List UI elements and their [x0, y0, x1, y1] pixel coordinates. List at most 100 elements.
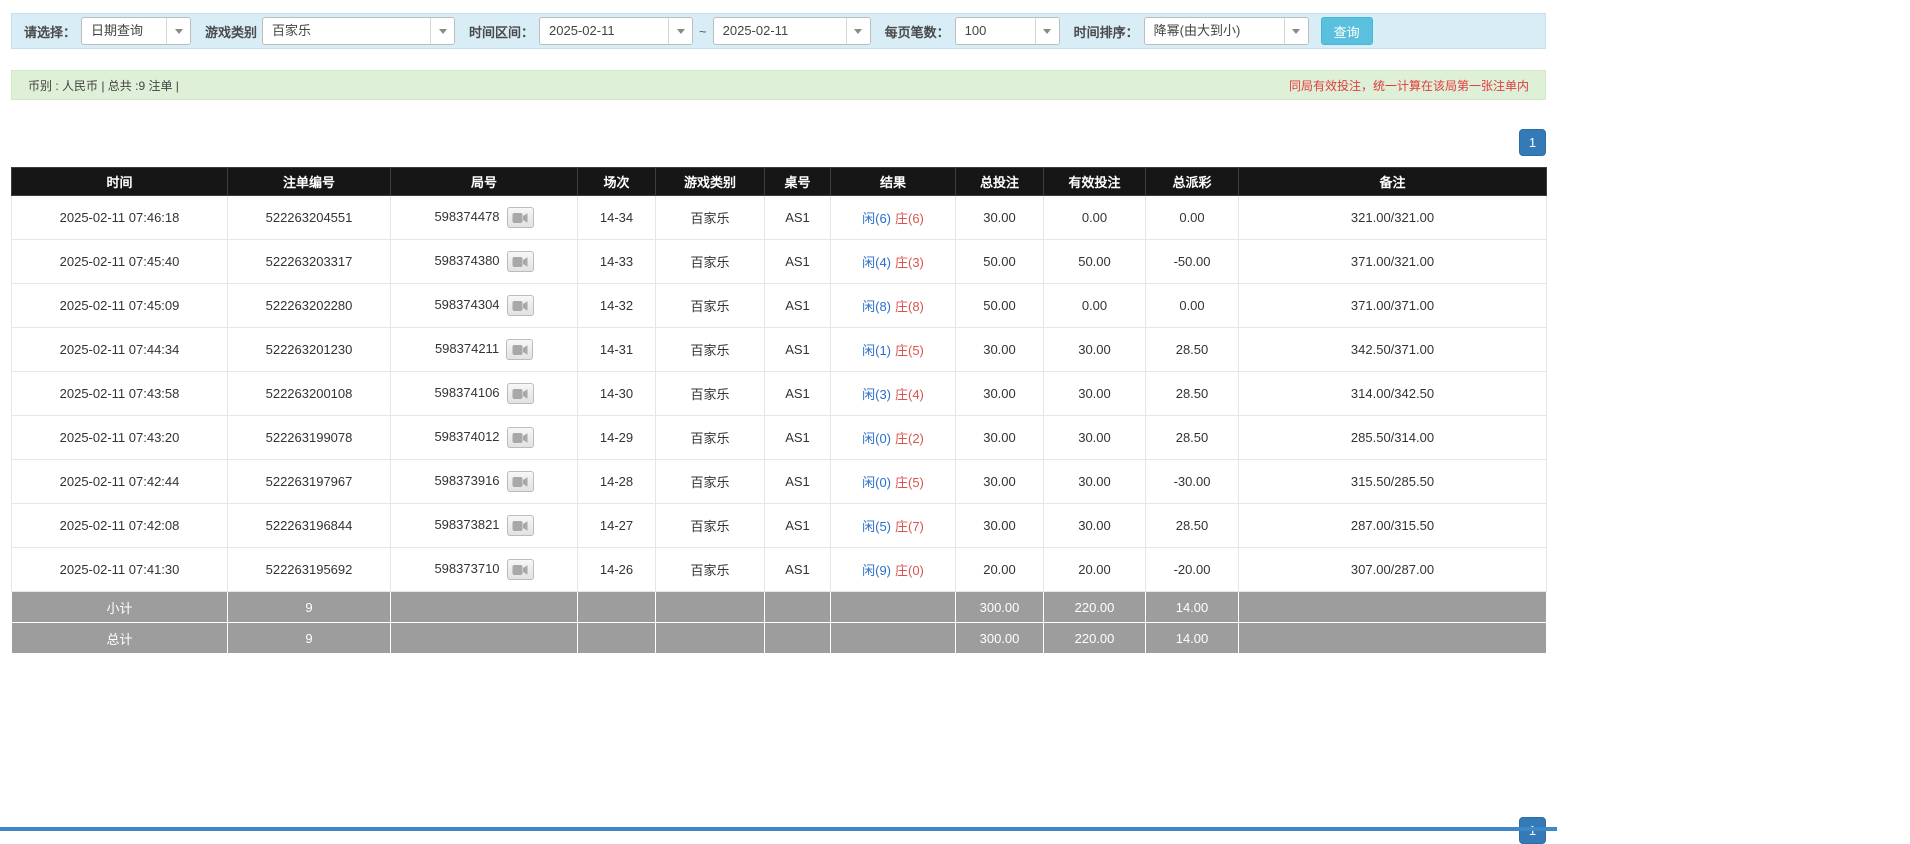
pagination-top: 1: [1519, 129, 1546, 156]
column-header: 有效投注: [1043, 167, 1146, 196]
table-row: 2025-02-11 07:42:08 522263196844 5983738…: [11, 503, 1547, 548]
table-row: 2025-02-11 07:43:58 522263200108 5983741…: [11, 371, 1547, 416]
cell-session: 14-34: [577, 195, 656, 240]
cell-game-type: 百家乐: [655, 327, 765, 372]
replay-button[interactable]: [506, 339, 534, 360]
empty-cell: [830, 622, 956, 654]
cell-game-type: 百家乐: [655, 459, 765, 504]
sort-dropdown[interactable]: 降幂(由大到小): [1143, 17, 1309, 45]
cell-total-bet[interactable]: 30.00: [955, 371, 1044, 416]
table-row: 2025-02-11 07:41:30 522263195692 5983737…: [11, 547, 1547, 592]
date-from-input[interactable]: 2025-02-11: [539, 17, 694, 45]
cell-session: 14-30: [577, 371, 656, 416]
cell-round-id: 598373710: [390, 547, 578, 592]
cell-total-bet[interactable]: 50.00: [955, 283, 1044, 328]
cell-total-bet[interactable]: 30.00: [955, 503, 1044, 548]
replay-button[interactable]: [506, 295, 534, 316]
cell-round-id: 598374478: [390, 195, 578, 240]
cell-payout: 0.00: [1145, 195, 1239, 240]
game-type-value: 百家乐: [272, 23, 312, 38]
footer-bar: [0, 827, 1557, 831]
cell-valid-bet: 0.00: [1043, 195, 1146, 240]
result-player: 闲(8): [862, 299, 891, 314]
empty-cell: [764, 622, 831, 654]
column-header: 总投注: [955, 167, 1044, 196]
empty-cell: [1238, 591, 1547, 623]
cell-game-type: 百家乐: [655, 415, 765, 460]
game-type-dropdown[interactable]: 百家乐: [262, 17, 456, 45]
page-size-input[interactable]: 100: [954, 17, 1060, 45]
cell-result: 闲(4) 庄(3): [830, 239, 956, 284]
page-1-button[interactable]: 1: [1519, 129, 1546, 156]
cell-total-bet[interactable]: 30.00: [955, 195, 1044, 240]
table-row: 2025-02-11 07:43:20 522263199078 5983740…: [11, 415, 1547, 460]
replay-button[interactable]: [506, 251, 534, 272]
empty-cell: [577, 591, 656, 623]
total-valid-bet: 220.00: [1043, 622, 1146, 654]
round-id-text: 598374211: [434, 340, 500, 356]
cell-time: 2025-02-11 07:45:09: [11, 283, 228, 328]
cell-round-id: 598373916: [390, 459, 578, 504]
cell-session: 14-33: [577, 239, 656, 284]
round-id-text: 598374106: [434, 384, 500, 400]
cell-bet-id: 522263200108: [227, 371, 391, 416]
cell-table-no: AS1: [764, 239, 831, 284]
cell-bet-id: 522263202280: [227, 283, 391, 328]
round-id-text: 598373710: [434, 560, 500, 576]
cell-total-bet[interactable]: 20.00: [955, 547, 1044, 592]
empty-cell: [764, 591, 831, 623]
chevron-down-icon: [1034, 18, 1059, 44]
result-banker: 庄(5): [895, 475, 924, 490]
cell-remark: 315.50/285.50: [1238, 459, 1547, 504]
cell-valid-bet: 50.00: [1043, 239, 1146, 284]
subtotal-valid-bet: 220.00: [1043, 591, 1146, 623]
cell-game-type: 百家乐: [655, 283, 765, 328]
cell-result: 闲(8) 庄(8): [830, 283, 956, 328]
replay-button[interactable]: [506, 427, 534, 448]
cell-bet-id: 522263196844: [227, 503, 391, 548]
query-type-value: 日期查询: [91, 23, 144, 38]
bets-table: 时间 注单编号 局号 场次 游戏类别 桌号 结果 总投注 有效投注 总派彩 备注 2025-02-1…: [11, 167, 1547, 654]
cell-bet-id: 522263195692: [227, 547, 391, 592]
round-id-text: 598374304: [434, 296, 500, 312]
video-icon: [512, 520, 528, 531]
cell-valid-bet: 0.00: [1043, 283, 1146, 328]
cell-total-bet[interactable]: 30.00: [955, 327, 1044, 372]
video-icon: [512, 344, 528, 355]
cell-session: 14-26: [577, 547, 656, 592]
cell-total-bet[interactable]: 30.00: [955, 459, 1044, 504]
column-header: 桌号: [764, 167, 831, 196]
chevron-down-icon: [1283, 18, 1308, 44]
query-type-dropdown[interactable]: 日期查询: [81, 17, 192, 45]
cell-result: 闲(3) 庄(4): [830, 371, 956, 416]
sort-value: 降幂(由大到小): [1153, 23, 1241, 38]
cell-remark: 285.50/314.00: [1238, 415, 1547, 460]
replay-button[interactable]: [506, 515, 534, 536]
replay-button[interactable]: [506, 559, 534, 580]
replay-button[interactable]: [506, 471, 534, 492]
cell-session: 14-28: [577, 459, 656, 504]
cell-remark: 314.00/342.50: [1238, 371, 1547, 416]
cell-bet-id: 522263199078: [227, 415, 391, 460]
cell-remark: 321.00/321.00: [1238, 195, 1547, 240]
cell-session: 14-29: [577, 415, 656, 460]
query-button[interactable]: 查询: [1320, 17, 1373, 45]
cell-session: 14-27: [577, 503, 656, 548]
cell-session: 14-31: [577, 327, 656, 372]
result-player: 闲(3): [862, 387, 891, 402]
date-to-input[interactable]: 2025-02-11: [712, 17, 871, 45]
replay-button[interactable]: [506, 383, 534, 404]
result-banker: 庄(6): [895, 211, 924, 226]
subtotal-row: 小计 9 300.00 220.00 14.00: [11, 591, 1547, 623]
cell-payout: -50.00: [1145, 239, 1239, 284]
cell-round-id: 598374304: [390, 283, 578, 328]
cell-game-type: 百家乐: [655, 503, 765, 548]
cell-table-no: AS1: [764, 415, 831, 460]
cell-total-bet[interactable]: 50.00: [955, 239, 1044, 284]
video-icon: [512, 256, 528, 267]
empty-cell: [390, 591, 578, 623]
cell-total-bet[interactable]: 30.00: [955, 415, 1044, 460]
cell-time: 2025-02-11 07:42:44: [11, 459, 228, 504]
replay-button[interactable]: [506, 207, 534, 228]
table-row: 2025-02-11 07:42:44 522263197967 5983739…: [11, 459, 1547, 504]
